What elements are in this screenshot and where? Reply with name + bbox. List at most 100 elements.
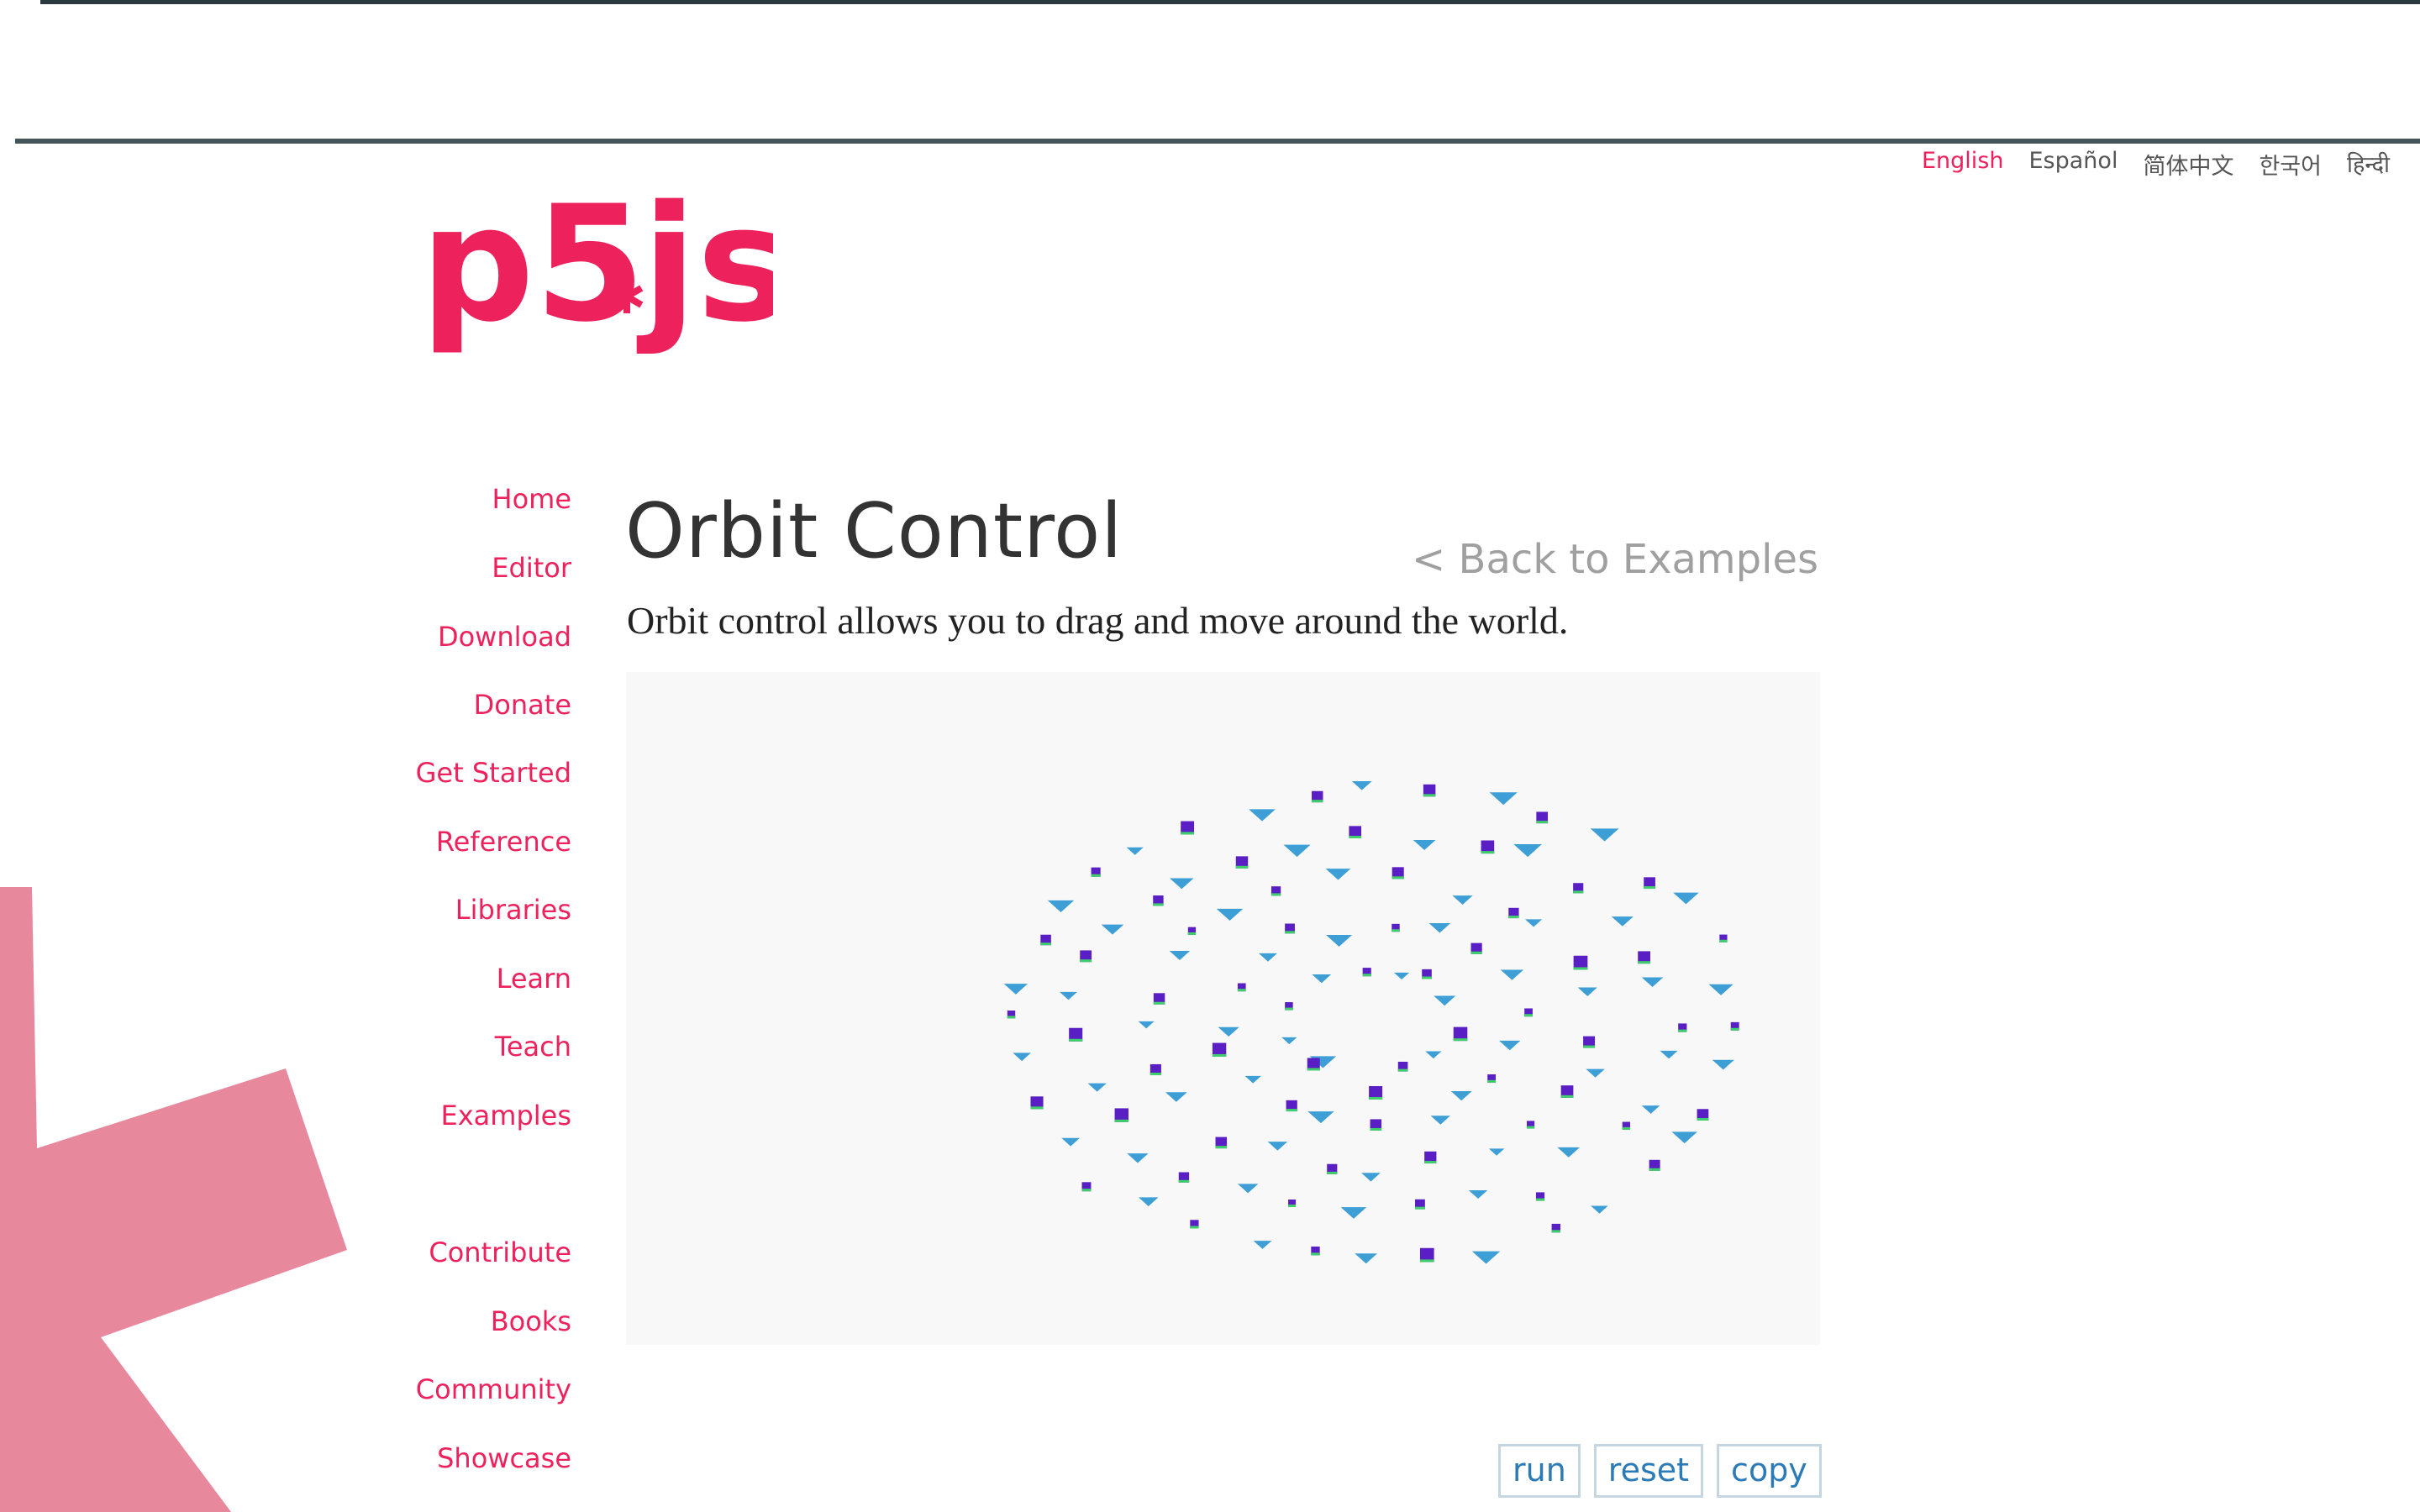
cone-shape — [1671, 1131, 1697, 1144]
cone-shape — [1325, 869, 1351, 880]
lang-espanol[interactable]: Español — [2029, 148, 2118, 181]
cube-shape — [1285, 1002, 1293, 1011]
cube-shape — [1551, 1223, 1561, 1233]
cube-shape — [1007, 1011, 1016, 1019]
decorative-asterisk-icon — [0, 887, 347, 1512]
cube-shape — [1181, 821, 1195, 835]
cube-shape — [1508, 907, 1519, 919]
cube-shape — [1311, 1246, 1320, 1256]
sidebar-item-showcase[interactable]: Showcase — [437, 1442, 571, 1474]
cone-shape — [1281, 1037, 1297, 1045]
cube-shape — [1069, 1027, 1083, 1042]
lang-chinese[interactable]: 简体中文 — [2143, 148, 2233, 181]
cone-shape — [1307, 1111, 1334, 1124]
cube-shape — [1419, 1247, 1434, 1263]
cube-shape — [1487, 1074, 1497, 1083]
sidebar-item-examples[interactable]: Examples — [441, 1100, 572, 1131]
cone-shape — [1641, 977, 1664, 988]
cube-shape — [1697, 1109, 1709, 1121]
cube-shape — [1397, 1061, 1408, 1072]
page-title: Orbit Control — [625, 487, 1123, 575]
cube-shape — [1178, 1172, 1190, 1183]
cone-shape — [1340, 1207, 1367, 1219]
run-button[interactable]: run — [1498, 1444, 1581, 1498]
sidebar-item-learn[interactable]: Learn — [497, 963, 571, 995]
p5js-logo[interactable]: p5 js — [420, 172, 773, 365]
copy-button[interactable]: copy — [1717, 1444, 1822, 1498]
cone-shape — [1708, 984, 1733, 995]
cone-shape — [1267, 1142, 1288, 1151]
cone-shape — [1237, 1184, 1259, 1194]
cube-shape — [1560, 1085, 1574, 1098]
cube-shape — [1524, 1008, 1533, 1017]
sidebar-item-editor[interactable]: Editor — [492, 552, 571, 584]
cone-shape — [1673, 892, 1699, 905]
cone-shape — [1577, 987, 1597, 996]
sidebar-item-books[interactable]: Books — [491, 1305, 571, 1337]
sidebar-item-libraries[interactable]: Libraries — [455, 894, 571, 926]
lang-korean[interactable]: 한국어 — [2259, 148, 2322, 181]
cone-shape — [1586, 1068, 1605, 1078]
cone-shape — [1101, 924, 1124, 935]
cone-shape — [1253, 1241, 1272, 1249]
orbit-scene — [1003, 780, 1739, 1264]
cone-shape — [1513, 844, 1542, 858]
cone-shape — [1641, 1105, 1660, 1114]
sidebar-item-reference[interactable]: Reference — [436, 826, 571, 858]
back-to-examples-link[interactable]: < Back to Examples — [1412, 536, 1818, 583]
cone-shape — [1312, 974, 1332, 984]
cube-shape — [1362, 968, 1371, 977]
sidebar-item-contribute[interactable]: Contribute — [429, 1236, 571, 1268]
cone-shape — [1244, 1075, 1261, 1084]
sidebar-item-community[interactable]: Community — [416, 1373, 571, 1405]
cone-shape — [1351, 780, 1372, 790]
cube-shape — [1288, 1200, 1297, 1208]
cone-shape — [1165, 1092, 1187, 1102]
cube-shape — [1536, 811, 1549, 824]
cube-shape — [1349, 826, 1362, 839]
logo-js-text: js — [636, 172, 773, 357]
sidebar-item-teach[interactable]: Teach — [495, 1031, 571, 1063]
lang-hindi[interactable]: हिन्दी — [2347, 148, 2390, 181]
reset-button[interactable]: reset — [1593, 1444, 1704, 1498]
cube-shape — [1649, 1159, 1660, 1171]
sketch-canvas[interactable] — [626, 672, 1820, 1345]
cube-shape — [1644, 877, 1655, 890]
cube-shape — [1080, 950, 1092, 963]
cone-shape — [1660, 1050, 1678, 1059]
cube-shape — [1270, 886, 1281, 896]
cone-shape — [1087, 1083, 1107, 1092]
example-description: Orbit control allows you to drag and mov… — [627, 599, 1569, 642]
sidebar-item-download[interactable]: Download — [438, 621, 571, 653]
cube-shape — [1237, 983, 1246, 992]
cube-shape — [1215, 1137, 1228, 1149]
cone-shape — [1013, 1053, 1031, 1062]
cone-shape — [1249, 809, 1276, 822]
cube-shape — [1423, 784, 1436, 797]
cube-shape — [1153, 895, 1164, 906]
cube-shape — [1678, 1023, 1687, 1032]
cone-shape — [1488, 1148, 1505, 1156]
cone-shape — [1138, 1021, 1155, 1029]
sidebar-item-get-started[interactable]: Get Started — [416, 757, 571, 789]
cone-shape — [1003, 984, 1028, 995]
cone-shape — [1393, 972, 1410, 980]
cone-shape — [1126, 847, 1144, 855]
cube-shape — [1730, 1021, 1739, 1031]
logo-p5-text: p5 — [420, 172, 645, 357]
sidebar-item-home[interactable]: Home — [492, 483, 572, 515]
lang-english[interactable]: English — [1922, 148, 2004, 181]
cube-shape — [1422, 969, 1432, 979]
cube-shape — [1453, 1026, 1468, 1042]
cube-shape — [1481, 840, 1495, 854]
cube-shape — [1040, 934, 1051, 946]
top-divider — [40, 0, 2420, 4]
cone-shape — [1138, 1197, 1159, 1206]
cone-shape — [1425, 1051, 1442, 1059]
cube-shape — [1190, 1220, 1199, 1229]
sidebar-item-donate[interactable]: Donate — [474, 689, 571, 721]
cone-shape — [1557, 1147, 1581, 1158]
cone-shape — [1499, 1040, 1521, 1051]
cone-shape — [1169, 878, 1194, 890]
cone-shape — [1611, 916, 1634, 927]
